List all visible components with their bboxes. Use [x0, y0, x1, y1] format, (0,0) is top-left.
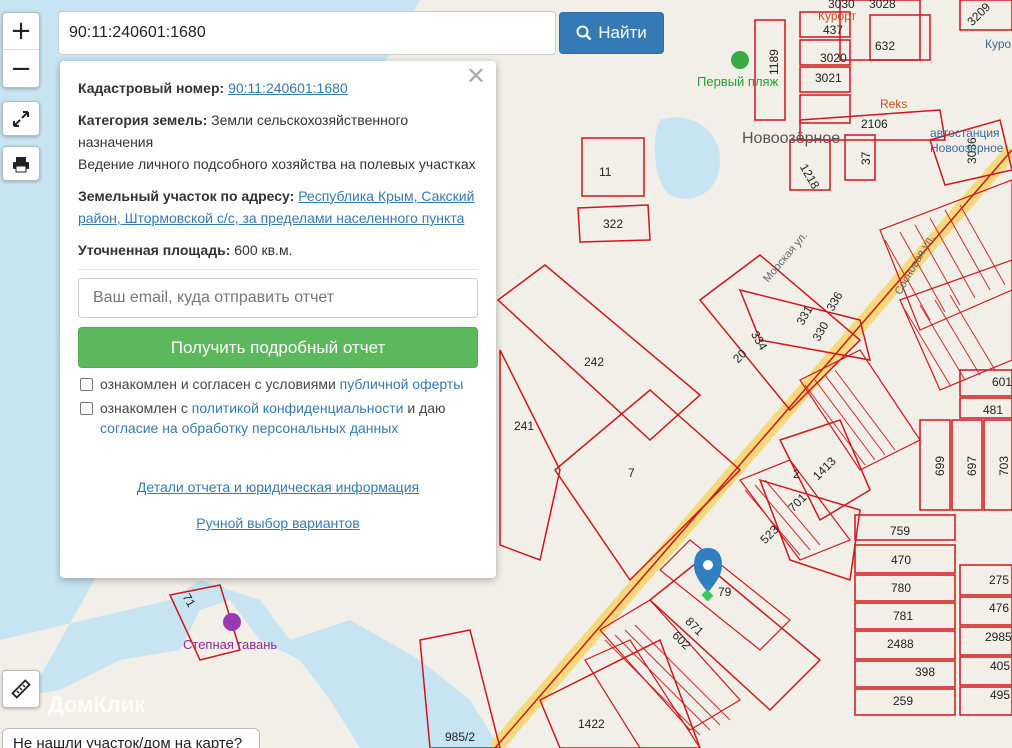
privacy-checkbox[interactable]: [80, 402, 93, 415]
privacy-link[interactable]: политикой конфиденциальности: [192, 400, 404, 416]
svg-text:275: 275: [989, 573, 1009, 587]
svg-text:985/2: 985/2: [445, 730, 475, 744]
svg-text:241: 241: [514, 419, 534, 433]
usage-value: Ведение личного подсобного хозяйства на …: [78, 156, 476, 172]
zoom-controls: + −: [2, 12, 40, 88]
address-label: Земельный участок по адресу:: [78, 188, 295, 204]
search-button[interactable]: Найти: [559, 12, 664, 54]
measure-button[interactable]: [2, 670, 40, 708]
svg-text:3028: 3028: [869, 0, 896, 11]
consent-offer[interactable]: ознакомлен и согласен с условиями публич…: [78, 374, 478, 394]
search-button-label: Найти: [598, 23, 647, 42]
svg-text:242: 242: [584, 355, 604, 369]
svg-text:781: 781: [893, 609, 913, 623]
svg-text:495: 495: [990, 688, 1010, 702]
svg-text:Курорт: Курорт: [818, 9, 857, 23]
consent-offer-text: ознакомлен и согласен с условиями публич…: [100, 376, 464, 392]
category-label: Категория земель:: [78, 112, 208, 128]
svg-text:3020: 3020: [820, 51, 847, 65]
svg-text:476: 476: [989, 601, 1009, 615]
svg-text:703: 703: [997, 456, 1011, 476]
svg-text:2488: 2488: [887, 637, 914, 651]
email-field[interactable]: [78, 278, 478, 318]
search-icon: [576, 25, 592, 41]
cadastral-link[interactable]: 90:11:240601:1680: [228, 80, 348, 96]
consent-privacy[interactable]: ознакомлен с политикой конфиденциальност…: [78, 398, 478, 438]
offer-checkbox[interactable]: [80, 378, 93, 391]
zoom-in-button[interactable]: +: [3, 13, 39, 50]
svg-text:398: 398: [915, 665, 935, 679]
svg-text:Reks: Reks: [880, 97, 907, 111]
area-row: Уточненная площадь: 600 кв.м.: [78, 239, 478, 261]
cadastral-row: Кадастровый номер: 90:11:240601:1680: [78, 77, 478, 99]
close-icon[interactable]: ✕: [466, 64, 486, 88]
watermark-logo: ДомКлик: [48, 692, 146, 717]
svg-text:259: 259: [893, 694, 913, 708]
svg-text:481: 481: [983, 403, 1003, 417]
area-label: Уточненная площадь:: [78, 242, 231, 258]
ruler-icon: [11, 679, 31, 699]
svg-text:697: 697: [965, 456, 979, 476]
svg-text:2985: 2985: [985, 630, 1012, 644]
svg-text:7: 7: [628, 466, 635, 480]
expand-icon: [13, 110, 29, 127]
svg-text:405: 405: [990, 659, 1010, 673]
personal-data-link[interactable]: согласие на обработку персональных данны…: [100, 420, 398, 436]
cadastral-label: Кадастровый номер:: [78, 80, 225, 96]
svg-text:699: 699: [933, 456, 947, 476]
svg-text:Новоозерное: Новоозерное: [930, 141, 1004, 155]
consent-privacy-text: ознакомлен с политикой конфиденциальност…: [100, 400, 446, 436]
svg-text:780: 780: [891, 581, 911, 595]
beach-poi-icon[interactable]: [731, 51, 749, 69]
offer-link[interactable]: публичной оферты: [340, 376, 464, 392]
not-found-tab[interactable]: Не нашли участок/дом на карте?: [2, 728, 260, 748]
printer-icon: [13, 156, 29, 172]
svg-text:71: 71: [180, 591, 199, 610]
svg-text:Степная гавань: Степная гавань: [183, 637, 277, 652]
svg-text:759: 759: [890, 524, 910, 538]
report-details-link[interactable]: Детали отчета и юридическая информация: [78, 476, 478, 498]
svg-text:11: 11: [599, 165, 612, 179]
svg-text:79: 79: [718, 585, 732, 599]
manual-selection-link[interactable]: Ручной выбор вариантов: [78, 512, 478, 534]
cadastral-search-input[interactable]: [58, 11, 556, 55]
svg-text:3021: 3021: [815, 71, 842, 85]
category-row: Категория земель: Земли сельскохозяйстве…: [78, 109, 478, 175]
svg-text:1189: 1189: [767, 49, 781, 75]
area-value: 600 кв.м.: [234, 242, 293, 258]
svg-text:322: 322: [603, 217, 623, 231]
svg-text:632: 632: [875, 39, 895, 53]
svg-text:37: 37: [859, 151, 873, 165]
divider: [78, 269, 478, 270]
svg-text:Первый пляж: Первый пляж: [697, 74, 779, 89]
get-report-button[interactable]: Получить подробный отчет: [78, 327, 478, 368]
parcel-info-panel: ✕ Кадастровый номер: 90:11:240601:1680 К…: [60, 61, 496, 578]
svg-text:Курорт: Курорт: [985, 37, 1012, 51]
harbor-poi-icon[interactable]: [223, 613, 241, 631]
svg-text:470: 470: [891, 553, 911, 567]
svg-text:Новоозёрное: Новоозёрное: [742, 130, 840, 147]
fullscreen-button[interactable]: [2, 101, 40, 136]
zoom-out-button[interactable]: −: [3, 50, 39, 87]
svg-text:1422: 1422: [578, 717, 605, 731]
svg-text:2: 2: [793, 467, 800, 481]
svg-text:601: 601: [992, 375, 1012, 389]
address-row: Земельный участок по адресу: Республика …: [78, 185, 478, 229]
print-button[interactable]: [2, 146, 40, 181]
svg-text:2106: 2106: [861, 117, 888, 131]
svg-text:437: 437: [823, 23, 843, 37]
svg-text:автостанция: автостанция: [930, 126, 1000, 140]
